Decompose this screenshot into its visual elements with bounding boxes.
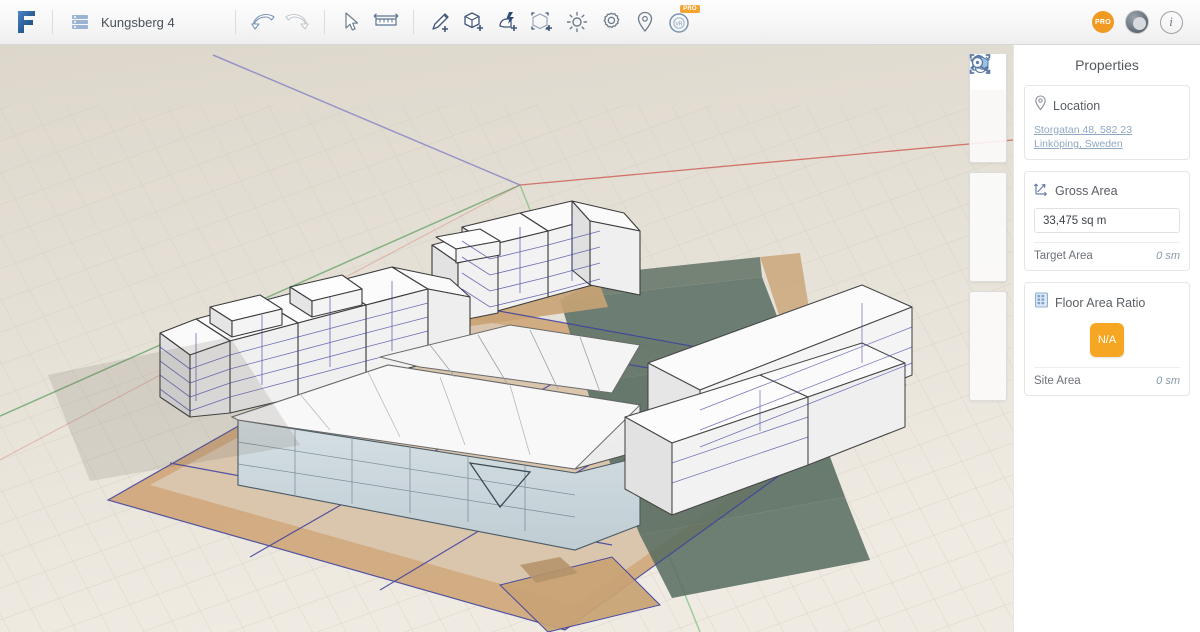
target-area-value: 0 sm: [1156, 250, 1180, 263]
far-badge-wrap: N/A: [1034, 320, 1180, 367]
zoom-extents-tool[interactable]: [969, 54, 1006, 364]
finch-f-logo[interactable]: [12, 9, 42, 35]
sun-icon[interactable]: [560, 5, 594, 39]
svg-text:VR: VR: [675, 21, 682, 27]
far-card-header: Floor Area Ratio: [1034, 292, 1180, 313]
location-card: Location Storgatan 48, 582 23 Linköping,…: [1024, 85, 1190, 161]
header-divider-3: [323, 10, 325, 34]
site-area-value: 0 sm: [1156, 375, 1180, 388]
ruler-icon[interactable]: [369, 5, 403, 39]
undo-button[interactable]: [246, 5, 280, 39]
header-divider-1: [52, 10, 53, 34]
pro-account-badge[interactable]: PRO: [1086, 5, 1120, 39]
location-address-line1[interactable]: Storgatan 48, 582 23: [1034, 123, 1180, 137]
info-circle-icon[interactable]: i: [1154, 5, 1188, 39]
redo-button[interactable]: [280, 5, 314, 39]
site-area-label: Site Area: [1034, 375, 1081, 388]
list-menu-icon[interactable]: [63, 5, 97, 39]
target-area-row: Target Area 0 sm: [1034, 242, 1180, 262]
wand-plus-icon[interactable]: [492, 5, 526, 39]
area-arrows-icon: [1033, 181, 1049, 201]
location-card-header: Location: [1034, 95, 1180, 116]
project-name[interactable]: Kungsberg 4: [101, 15, 175, 30]
app-body: Properties Location Storgatan 48, 582 23…: [0, 45, 1200, 632]
app-header: Kungsberg 4 VR PRO PRO i: [0, 0, 1200, 45]
viewport-tool-rail: [969, 53, 1007, 401]
look-around-tool[interactable]: [970, 54, 1006, 245]
header-divider-2: [234, 10, 236, 34]
scene-render: [0, 45, 1013, 632]
gross-area-label: Gross Area: [1055, 184, 1118, 199]
walk-person-tool[interactable]: [969, 54, 1006, 162]
vr-pro-badge: PRO: [680, 5, 700, 13]
header-divider-4: [412, 10, 414, 34]
gross-area-card-header: Gross Area: [1033, 181, 1180, 201]
floor-area-ratio-card: Floor Area Ratio N/A Site Area 0 sm: [1024, 282, 1190, 397]
far-label: Floor Area Ratio: [1055, 295, 1146, 310]
map-pin-icon: [1034, 95, 1047, 116]
gear-icon[interactable]: [594, 5, 628, 39]
3d-viewport[interactable]: [0, 45, 1013, 632]
panel-title: Properties: [1075, 57, 1139, 73]
box-select-plus-icon[interactable]: [526, 5, 560, 39]
building-grid-icon: [1034, 292, 1049, 313]
target-area-label: Target Area: [1034, 250, 1093, 263]
cube-plus-icon[interactable]: [458, 5, 492, 39]
location-label: Location: [1053, 98, 1101, 113]
map-pin-icon[interactable]: [628, 5, 662, 39]
properties-panel: Properties Location Storgatan 48, 582 23…: [1013, 45, 1200, 632]
finch-3d-app: Kungsberg 4 VR PRO PRO i Properties Loca…: [0, 0, 1200, 632]
avatar[interactable]: [1120, 5, 1154, 39]
pencil-plus-icon[interactable]: [424, 5, 458, 39]
far-status-badge: N/A: [1090, 323, 1124, 358]
location-address-line2[interactable]: Linköping, Sweden: [1034, 137, 1180, 151]
vr-circle-icon[interactable]: VR PRO: [662, 5, 700, 39]
zoom-to-object-tool[interactable]: [969, 54, 1006, 400]
gross-area-card: Gross Area 33,475 sq m Target Area 0 sm: [1024, 171, 1190, 272]
zoom-in-tool[interactable]: [970, 55, 1006, 328]
orbit-tool[interactable]: [969, 55, 1006, 209]
site-area-row: Site Area 0 sm: [1034, 367, 1180, 387]
cursor-arrow-icon[interactable]: [335, 5, 369, 39]
zoom-group: [969, 54, 1007, 401]
hand-pan-tool[interactable]: [970, 56, 1006, 281]
navigation-group: [969, 54, 1007, 282]
gross-area-input[interactable]: 33,475 sq m: [1034, 208, 1180, 234]
select-volume-tool[interactable]: [969, 54, 1006, 126]
